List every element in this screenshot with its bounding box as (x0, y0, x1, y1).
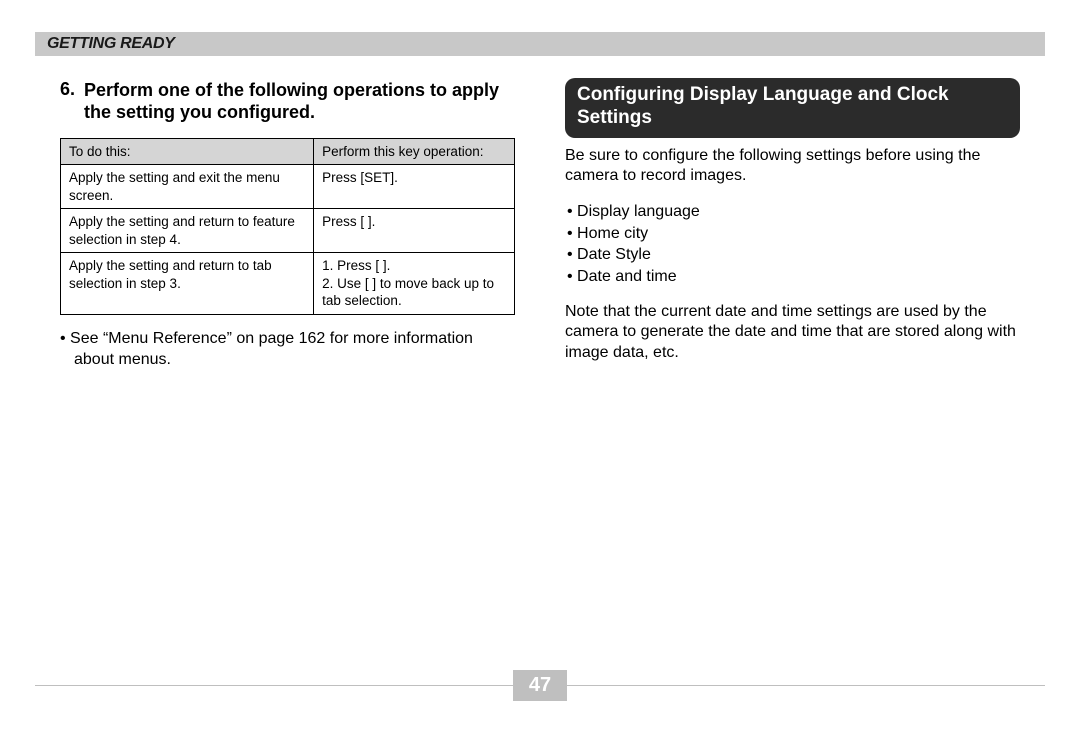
table-cell-todo: Apply the setting and exit the menu scre… (61, 165, 314, 209)
list-item: Display language (567, 201, 1020, 223)
keyop-line: Press [SET]. (322, 169, 506, 187)
footer-rule-right (567, 685, 1045, 686)
section-header: Getting Ready (35, 32, 1045, 56)
table-cell-todo: Apply the setting and return to tab sele… (61, 253, 314, 315)
section-title: Configuring Display Language and Clock S… (565, 78, 1020, 138)
step-heading: 6. Perform one of the following operatio… (60, 78, 515, 124)
list-item: Date and time (567, 266, 1020, 288)
table-row: Apply the setting and return to tab sele… (61, 253, 515, 315)
menu-reference-note: See “Menu Reference” on page 162 for mor… (60, 329, 515, 371)
table-row: Apply the setting and exit the menu scre… (61, 165, 515, 209)
table-cell-todo: Apply the setting and return to feature … (61, 209, 314, 253)
table-cell-keyop: 1. Press [ ]. 2. Use [ ] to move back up… (314, 253, 515, 315)
intro-paragraph: Be sure to configure the following setti… (565, 146, 1020, 188)
note-paragraph: Note that the current date and time sett… (565, 302, 1020, 364)
step-number: 6. (60, 78, 82, 101)
page-content: 6. Perform one of the following operatio… (60, 78, 1020, 660)
settings-bullet-list: Display language Home city Date Style Da… (565, 201, 1020, 287)
operations-table: To do this: Perform this key operation: … (60, 138, 515, 315)
step-text: Perform one of the following operations … (82, 79, 515, 124)
keyop-line: 2. Use [ ] to move back up to tab select… (322, 275, 506, 310)
right-column: Configuring Display Language and Clock S… (565, 78, 1020, 660)
page-number: 47 (513, 670, 567, 701)
table-header-keyop: Perform this key operation: (314, 138, 515, 165)
footer-rule-left (35, 685, 513, 686)
left-column: 6. Perform one of the following operatio… (60, 78, 515, 660)
list-item: Home city (567, 223, 1020, 245)
keyop-line: Press [ ]. (322, 213, 506, 231)
table-header-row: To do this: Perform this key operation: (61, 138, 515, 165)
table-row: Apply the setting and return to feature … (61, 209, 515, 253)
table-cell-keyop: Press [ ]. (314, 209, 515, 253)
table-cell-keyop: Press [SET]. (314, 165, 515, 209)
page-footer: 47 (35, 668, 1045, 702)
list-item: Date Style (567, 244, 1020, 266)
section-header-title: Getting Ready (47, 35, 175, 53)
table-header-todo: To do this: (61, 138, 314, 165)
keyop-line: 1. Press [ ]. (322, 257, 506, 275)
